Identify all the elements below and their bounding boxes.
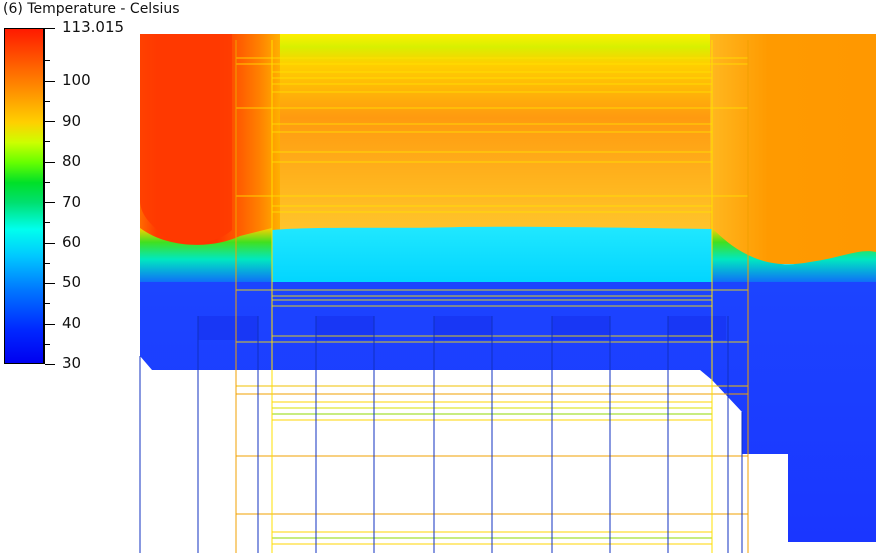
colorbar-minor-tick [45,60,50,61]
colorbar-major-tick [45,364,55,365]
colorbar-major-tick [45,324,55,325]
cold-zone-darker-slot-1 [198,316,258,340]
colorbar-label-50: 50 [62,273,82,291]
colorbar-minor-tick [45,222,50,223]
cool-core [272,226,712,286]
colorbar-label-90: 90 [62,112,82,130]
colorbar-major-tick [45,121,55,122]
colorbar-label-80: 80 [62,152,82,170]
colorbar-major-tick [45,283,55,284]
colorbar-minor-tick [45,101,50,102]
colorbar-minor-tick [45,182,50,183]
colorbar-label-70: 70 [62,193,82,211]
colorbar-major-tick [45,162,55,163]
colorbar-major-tick [45,243,55,244]
colorbar-minor-tick [45,344,50,345]
colorbar-label-30: 30 [62,354,82,372]
colorbar-minor-tick [45,263,50,264]
viewport: (6) Temperature - Celsius 113.015 100 90… [0,0,878,553]
colorbar [4,28,44,364]
colorbar-major-tick [45,202,55,203]
colorbar-major-tick [45,81,55,82]
colorbar-minor-tick [45,141,50,142]
colorbar-max-tick [45,28,55,29]
colorbar-minor-tick [45,303,50,304]
hot-zone-left-lobe [140,34,232,244]
colorbar-ticks [44,28,57,365]
colorbar-label-40: 40 [62,314,82,332]
hot-zone-right [710,34,876,264]
temperature-contour-plot [139,34,876,553]
colorbar-label-100: 100 [62,71,91,89]
colorbar-max-label: 113.015 [62,18,125,36]
legend-title: (6) Temperature - Celsius [3,1,180,17]
colorbar-label-60: 60 [62,233,82,251]
